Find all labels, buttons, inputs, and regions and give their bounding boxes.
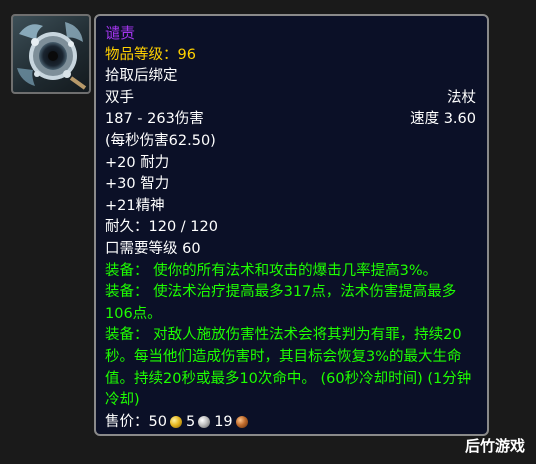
item-level: 物品等级：96 — [105, 46, 196, 63]
item-tooltip: 谴责 物品等级：96 拾取后绑定 双手 法杖 187 - 263伤害 速度 3.… — [94, 14, 489, 436]
copper-coin-icon — [235, 416, 248, 429]
stat-intellect: +30 智力 — [105, 176, 170, 193]
staff-orb-icon — [17, 22, 87, 90]
item-speed: 速度 3.60 — [410, 111, 476, 128]
required-level: 口需要等级 60 — [105, 240, 201, 257]
stat-stamina: +20 耐力 — [105, 154, 170, 171]
sell-silver-amount: 5 — [185, 413, 196, 430]
item-slot: 双手 — [105, 89, 134, 106]
slot-row: 双手 法杖 — [105, 88, 478, 110]
bind-type: 拾取后绑定 — [105, 68, 178, 85]
item-type: 法杖 — [447, 89, 476, 106]
sell-label: 售价： — [105, 413, 149, 430]
equip-effect-crit: 装备： 使你的所有法术和攻击的爆击几率提高3%。 — [105, 262, 438, 279]
item-name[interactable]: 谴责 — [105, 23, 478, 45]
sell-price: 售价： 50 5 19 — [105, 412, 478, 434]
gold-coin-icon — [169, 416, 182, 429]
item-damage: 187 - 263伤害 — [105, 111, 204, 128]
item-dps: (每秒伤害62.50) — [105, 132, 216, 149]
durability: 耐久：120 / 120 — [105, 219, 218, 236]
item-icon[interactable] — [11, 14, 91, 94]
sell-copper-amount: 19 — [214, 413, 233, 430]
silver-coin-icon — [198, 416, 211, 429]
watermark: 后竹游戏 — [464, 437, 525, 455]
stat-spirit: +21精神 — [105, 197, 165, 214]
equip-effect-judgement: 装备： 对敌人施放伤害性法术会将其判为有罪，持续20秒。每当他们造成伤害时，其目… — [105, 327, 472, 409]
equip-effect-healing: 装备： 使法术治疗提高最多317点，法术伤害提高最多106点。 — [105, 284, 457, 322]
damage-row: 187 - 263伤害 速度 3.60 — [105, 109, 478, 131]
sell-gold-amount: 50 — [148, 413, 167, 430]
